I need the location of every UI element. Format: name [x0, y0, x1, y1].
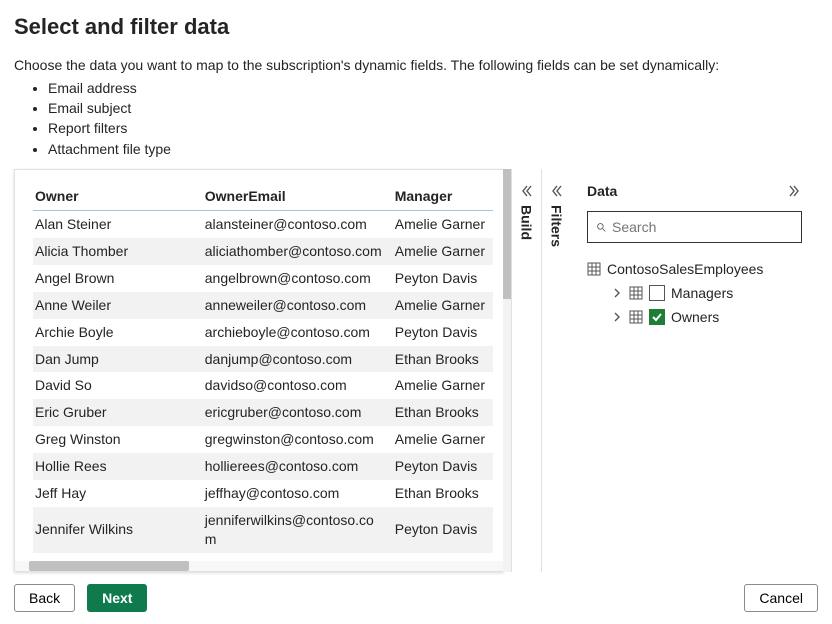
cell-owner: Anne Weiler — [33, 292, 203, 319]
list-item: Attachment file type — [48, 139, 818, 159]
table-row[interactable]: Angel Brownangelbrown@contoso.comPeyton … — [33, 265, 493, 292]
cell-manager: Ethan Brooks — [393, 346, 493, 373]
table-row[interactable]: Jeff Hayjeffhay@contoso.comEthan Brooks — [33, 480, 493, 507]
table-checkbox[interactable] — [649, 309, 665, 325]
dataset-node[interactable]: ContosoSalesEmployees — [587, 257, 802, 281]
cell-manager: Amelie Garner — [393, 426, 493, 453]
chevron-right-icon — [611, 287, 623, 299]
dataset-name: ContosoSalesEmployees — [607, 261, 763, 277]
chevron-double-left-icon — [519, 183, 535, 199]
table-row[interactable]: Alan Steineralansteiner@contoso.comAmeli… — [33, 211, 493, 238]
cell-owneremail: davidso@contoso.com — [203, 372, 393, 399]
table-row[interactable]: Alicia Thomberaliciathomber@contoso.comA… — [33, 238, 493, 265]
column-header-owner[interactable]: Owner — [33, 184, 203, 211]
cell-owneremail: ericgruber@contoso.com — [203, 399, 393, 426]
cell-owner: Angel Brown — [33, 265, 203, 292]
next-button[interactable]: Next — [87, 584, 147, 612]
table-row[interactable]: David Sodavidso@contoso.comAmelie Garner — [33, 372, 493, 399]
chevron-right-icon — [611, 311, 623, 323]
cell-owner: Hollie Rees — [33, 453, 203, 480]
cell-owner: Alan Steiner — [33, 211, 203, 238]
cell-manager: Amelie Garner — [393, 292, 493, 319]
table-icon — [629, 310, 643, 324]
table-icon — [629, 286, 643, 300]
data-panel: Data ContosoSalesEmployees Managers Owner… — [571, 169, 818, 572]
table-name: Owners — [671, 309, 719, 325]
table-row[interactable]: Archie Boylearchieboyle@contoso.comPeyto… — [33, 319, 493, 346]
table-icon — [587, 262, 601, 276]
cell-manager: Peyton Davis — [393, 507, 493, 553]
search-input[interactable] — [612, 219, 793, 235]
page-title: Select and filter data — [14, 14, 818, 40]
table-checkbox[interactable] — [649, 285, 665, 301]
table-row[interactable]: Anne Weileranneweiler@contoso.comAmelie … — [33, 292, 493, 319]
table-row[interactable]: Dan Jumpdanjump@contoso.comEthan Brooks — [33, 346, 493, 373]
search-input-wrapper[interactable] — [587, 211, 802, 243]
cell-manager: Peyton Davis — [393, 265, 493, 292]
collapse-panel-icon[interactable] — [786, 183, 802, 199]
build-panel-label: Build — [519, 205, 535, 240]
cell-owner: Jeff Hay — [33, 480, 203, 507]
table-node[interactable]: Owners — [587, 305, 802, 329]
cell-owner: Greg Winston — [33, 426, 203, 453]
column-header-owneremail[interactable]: OwnerEmail — [203, 184, 393, 211]
data-panel-title: Data — [587, 183, 617, 199]
column-header-manager[interactable]: Manager — [393, 184, 493, 211]
table-row[interactable]: Greg Winstongregwinston@contoso.comAmeli… — [33, 426, 493, 453]
list-item: Email subject — [48, 98, 818, 118]
cell-manager: Peyton Davis — [393, 453, 493, 480]
cell-owneremail: aliciathomber@contoso.com — [203, 238, 393, 265]
build-panel-handle[interactable]: Build — [511, 169, 541, 572]
list-item: Email address — [48, 78, 818, 98]
cell-owner: Dan Jump — [33, 346, 203, 373]
search-icon — [596, 219, 606, 235]
intro-text: Choose the data you want to map to the s… — [14, 56, 818, 75]
cell-manager: Ethan Brooks — [393, 480, 493, 507]
cell-owneremail: hollierees@contoso.com — [203, 453, 393, 480]
horizontal-scrollbar[interactable] — [15, 561, 503, 571]
data-preview-table: Owner OwnerEmail Manager Alan Steinerala… — [14, 169, 504, 572]
cell-owner: Jennifer Wilkins — [33, 507, 203, 553]
cell-owner: Eric Gruber — [33, 399, 203, 426]
cell-owneremail: danjump@contoso.com — [203, 346, 393, 373]
cell-manager: Ethan Brooks — [393, 399, 493, 426]
cell-owner: Archie Boyle — [33, 319, 203, 346]
table-name: Managers — [671, 285, 733, 301]
cell-owneremail: jenniferwilkins@contoso.com — [203, 507, 393, 553]
cell-manager: Amelie Garner — [393, 372, 493, 399]
cell-owner: Alicia Thomber — [33, 238, 203, 265]
cell-owneremail: angelbrown@contoso.com — [203, 265, 393, 292]
cell-manager: Amelie Garner — [393, 211, 493, 238]
table-node[interactable]: Managers — [587, 281, 802, 305]
cell-owneremail: anneweiler@contoso.com — [203, 292, 393, 319]
cell-manager: Peyton Davis — [393, 319, 493, 346]
filters-panel-label: Filters — [549, 205, 565, 247]
back-button[interactable]: Back — [14, 584, 75, 612]
dynamic-fields-list: Email address Email subject Report filte… — [48, 78, 818, 159]
cell-manager: Amelie Garner — [393, 238, 493, 265]
chevron-double-left-icon — [549, 183, 565, 199]
cell-owneremail: jeffhay@contoso.com — [203, 480, 393, 507]
table-row[interactable]: Eric Gruberericgruber@contoso.comEthan B… — [33, 399, 493, 426]
filters-panel-handle[interactable]: Filters — [541, 169, 571, 572]
cell-owner: David So — [33, 372, 203, 399]
vertical-scrollbar[interactable] — [503, 169, 511, 572]
table-row[interactable]: Jennifer Wilkinsjenniferwilkins@contoso.… — [33, 507, 493, 553]
table-scroll-area[interactable]: Owner OwnerEmail Manager Alan Steinerala… — [15, 170, 503, 571]
list-item: Report filters — [48, 118, 818, 138]
check-icon — [651, 311, 663, 323]
table-row[interactable]: Hollie Reeshollierees@contoso.comPeyton … — [33, 453, 493, 480]
cell-owneremail: archieboyle@contoso.com — [203, 319, 393, 346]
cell-owneremail: gregwinston@contoso.com — [203, 426, 393, 453]
cell-owneremail: alansteiner@contoso.com — [203, 211, 393, 238]
cancel-button[interactable]: Cancel — [744, 584, 818, 612]
